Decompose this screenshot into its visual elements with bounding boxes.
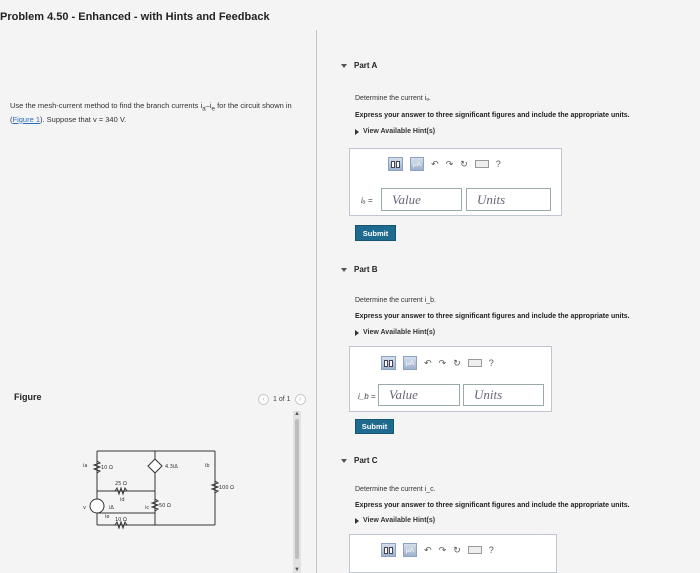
reset-icon[interactable]: ↻ (453, 358, 461, 369)
current-label: ia (83, 463, 87, 469)
part-c-instruction: Express your answer to three significant… (355, 502, 630, 509)
collapse-caret-icon (341, 458, 347, 463)
scroll-up-icon[interactable]: ▲ (293, 411, 301, 417)
part-a-value-input[interactable]: Value (381, 188, 462, 211)
reset-icon[interactable]: ↻ (453, 545, 461, 556)
resistor-label: 25 Ω (115, 481, 127, 487)
part-b-header[interactable]: Part B (341, 265, 378, 274)
units-button[interactable]: μA (403, 543, 418, 557)
undo-icon[interactable]: ↶ (424, 358, 432, 369)
part-b-value-input[interactable]: Value (378, 384, 460, 406)
keyboard-icon[interactable] (467, 546, 482, 554)
units-button[interactable]: μA (410, 157, 425, 171)
problem-statement: Use the mesh-current method to find the … (10, 101, 292, 124)
figure-label: Figure (14, 392, 42, 402)
part-c-header[interactable]: Part C (341, 456, 378, 465)
current-label: ib (205, 463, 210, 469)
next-figure-button[interactable]: › (294, 394, 306, 405)
redo-icon[interactable]: ↷ (439, 358, 447, 369)
scroll-down-icon[interactable]: ▼ (293, 567, 301, 573)
circuit-diagram: 10 Ω 25 Ω 50 Ω 10 Ω 100 Ω 4.3iΔ v iΔ ia … (83, 450, 234, 530)
figure-pager: ‹ 1 of 1 › (258, 394, 306, 405)
keyboard-icon[interactable] (474, 160, 489, 168)
current-label: id (120, 497, 125, 503)
collapse-caret-icon (341, 63, 347, 68)
part-b-toolbar: μA ↶ ↷ ↻ ? (381, 356, 494, 370)
resistor-label: 50 Ω (159, 503, 171, 509)
reset-icon[interactable]: ↻ (460, 159, 468, 170)
part-c-hints-link[interactable]: View Available Hint(s) (355, 517, 435, 524)
figure-link[interactable]: Figure 1 (13, 115, 41, 124)
templates-button[interactable] (381, 356, 396, 370)
pager-text: 1 of 1 (273, 396, 291, 403)
current-label: ie (105, 514, 109, 520)
part-a-toolbar: μA ↶ ↷ ↻ ? (388, 157, 501, 171)
part-b-submit-button[interactable]: Submit (355, 419, 394, 434)
help-icon[interactable]: ? (489, 545, 494, 555)
undo-icon[interactable]: ↶ (431, 159, 439, 170)
part-a-variable: iₐ = (361, 196, 373, 205)
redo-icon[interactable]: ↷ (446, 159, 454, 170)
help-icon[interactable]: ? (496, 159, 501, 169)
templates-button[interactable] (388, 157, 403, 171)
part-b-variable: i_b = (358, 392, 376, 401)
collapse-caret-icon (341, 267, 347, 272)
expand-triangle-icon (355, 329, 359, 336)
pane-divider[interactable] (316, 30, 317, 573)
help-icon[interactable]: ? (489, 358, 494, 368)
part-a-units-input[interactable]: Units (466, 188, 551, 211)
dependent-source-label: 4.3iΔ (165, 464, 178, 470)
current-label: ic (145, 505, 149, 511)
keyboard-icon[interactable] (467, 359, 482, 367)
part-b-hints-link[interactable]: View Available Hint(s) (355, 329, 435, 336)
part-a-question: Determine the current iₐ. (355, 95, 431, 102)
resistor-label: 100 Ω (219, 485, 234, 491)
part-a-submit-button[interactable]: Submit (355, 225, 396, 241)
scrollbar-thumb[interactable] (295, 419, 299, 559)
part-a-header[interactable]: Part A (341, 61, 377, 70)
prev-figure-button[interactable]: ‹ (258, 394, 269, 405)
part-a-hints-link[interactable]: View Available Hint(s) (355, 128, 435, 135)
delta-current-label: iΔ (109, 505, 114, 511)
part-b-instruction: Express your answer to three significant… (355, 313, 630, 320)
part-b-units-input[interactable]: Units (463, 384, 544, 406)
templates-button[interactable] (381, 543, 396, 557)
redo-icon[interactable]: ↷ (439, 545, 447, 556)
resistor-label: 10 Ω (115, 517, 127, 523)
part-c-toolbar: μA ↶ ↷ ↻ ? (381, 543, 494, 557)
figure-scrollbar[interactable]: ▲ ▼ (293, 411, 301, 573)
part-a-instruction: Express your answer to three significant… (355, 112, 630, 119)
resistor-label: 10 Ω (101, 465, 113, 471)
units-button[interactable]: μA (403, 356, 418, 370)
expand-triangle-icon (355, 517, 359, 524)
part-b-question: Determine the current i_b. (355, 297, 436, 304)
part-c-question: Determine the current i_c. (355, 486, 436, 493)
expand-triangle-icon (355, 128, 359, 135)
voltage-label: v (83, 505, 86, 511)
undo-icon[interactable]: ↶ (424, 545, 432, 556)
problem-title: Problem 4.50 - Enhanced - with Hints and… (0, 11, 270, 23)
